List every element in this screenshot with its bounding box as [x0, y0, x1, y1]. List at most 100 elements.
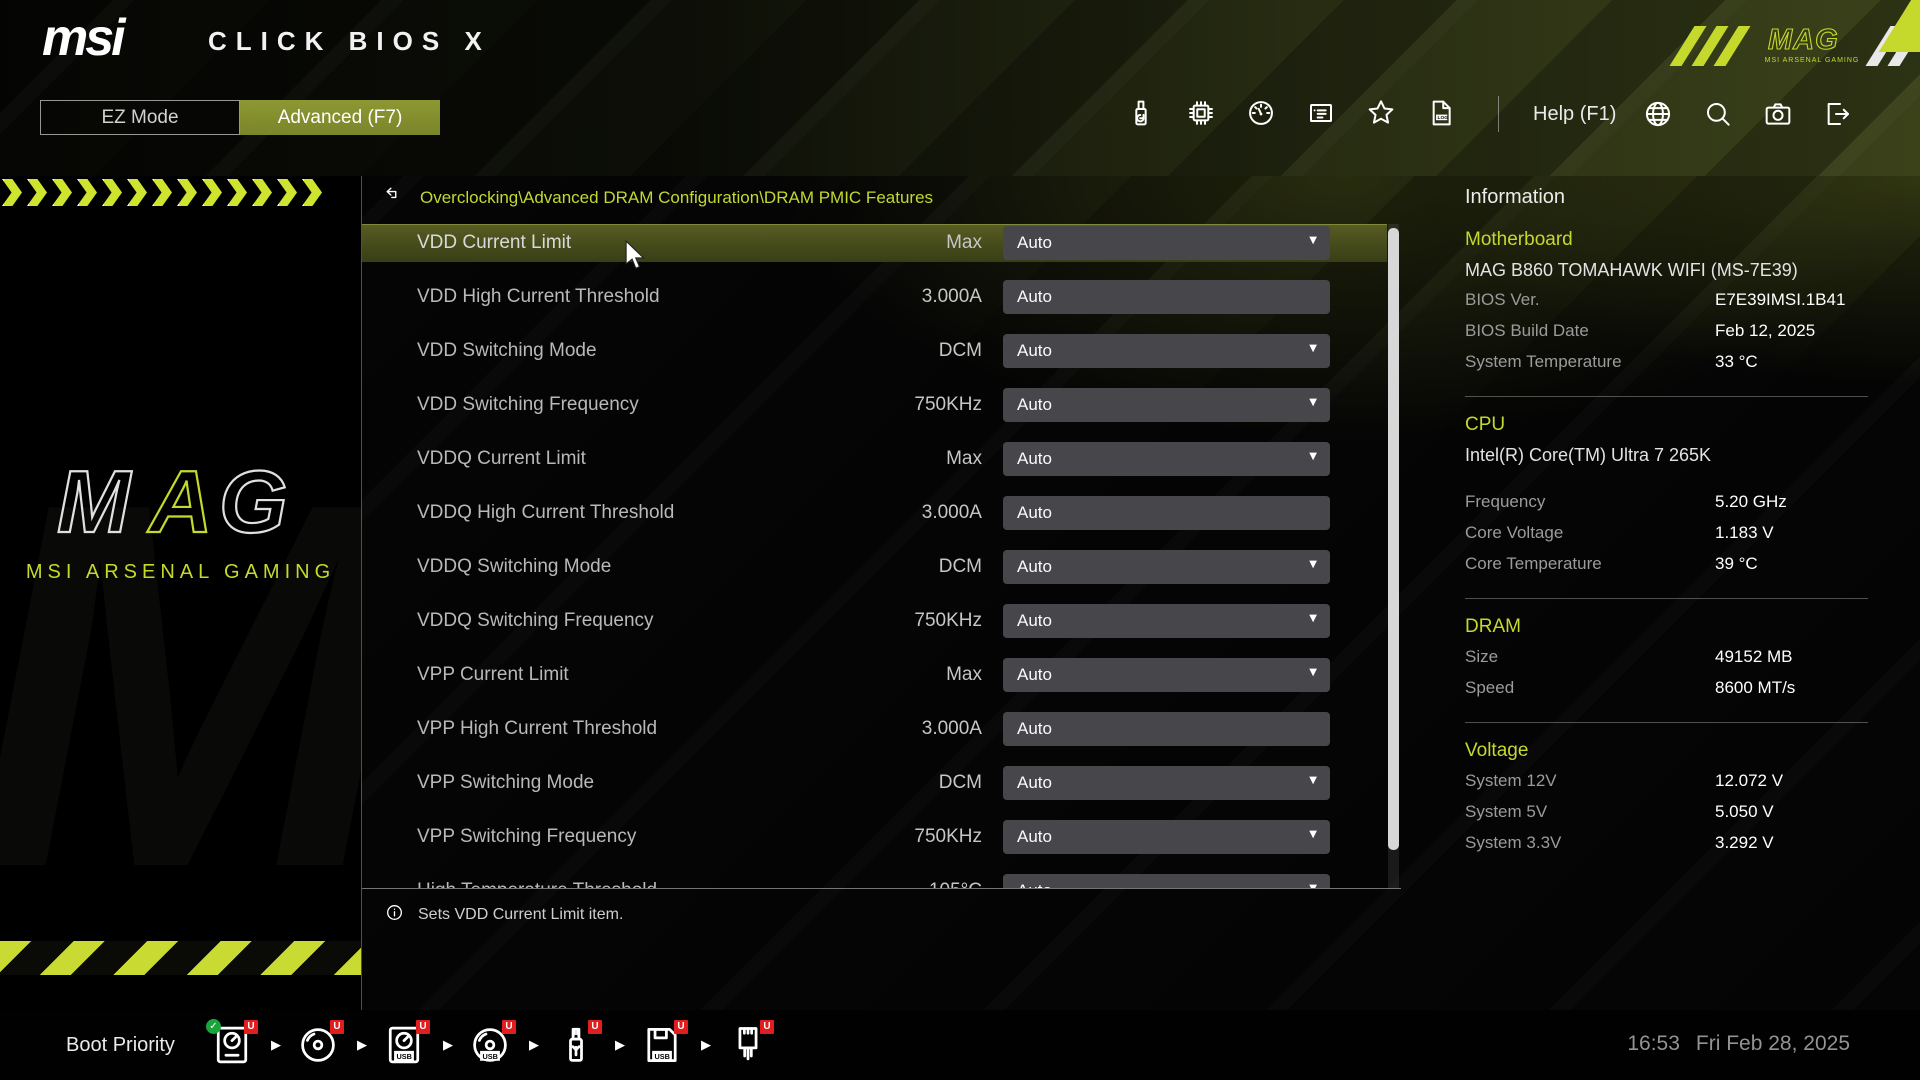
toolbar-icon-group: LOG	[1125, 96, 1459, 130]
divider	[1465, 396, 1868, 397]
setting-row[interactable]: VDDQ Switching Frequency 750KHz Auto ▼	[362, 602, 1387, 640]
chevron-right-icon	[27, 179, 47, 206]
info-value: 12.072 V	[1715, 771, 1784, 790]
setting-dropdown[interactable]: Auto ▼	[1003, 820, 1330, 854]
setting-dropdown[interactable]: Auto ▼	[1003, 712, 1330, 746]
setting-label: VPP Current Limit	[417, 664, 569, 685]
sidebar: M M A G MSI ARSENAL GAMING	[0, 176, 361, 1010]
favorites-button[interactable]	[1365, 96, 1399, 130]
boot-order-arrow-icon: ▶	[701, 1037, 711, 1053]
back-icon[interactable]	[384, 185, 406, 212]
mag-badge: MAG MSI ARSENAL GAMING	[1752, 22, 1872, 64]
info-row: BIOS Build Date Feb 12, 2025	[1465, 321, 1870, 352]
settings-panel: Overclocking\Advanced DRAM Configuration…	[361, 176, 1401, 1010]
setting-row[interactable]: VPP Switching Mode DCM Auto ▼	[362, 764, 1387, 802]
info-section-heading: CPU	[1465, 414, 1506, 435]
svg-text:USB: USB	[396, 1052, 411, 1061]
change-log-button[interactable]: LOG	[1425, 96, 1459, 130]
setting-control-value: Auto	[1017, 341, 1052, 360]
setting-control-value: Auto	[1017, 665, 1052, 684]
info-section-heading: Motherboard	[1465, 229, 1573, 250]
info-row: System 3.3V 3.292 V	[1465, 833, 1870, 864]
m-flash-button[interactable]	[1125, 96, 1159, 130]
setting-dropdown[interactable]: Auto ▼	[1003, 658, 1330, 692]
setting-control-value: Auto	[1017, 395, 1052, 414]
info-value: 3.292 V	[1715, 833, 1774, 852]
setting-value: 105°C	[929, 880, 982, 888]
divider	[1465, 722, 1868, 723]
chevron-down-icon: ▼	[1309, 667, 1317, 678]
uefi-badge: U	[760, 1020, 774, 1034]
uefi-badge: U	[244, 1020, 258, 1034]
info-label: System 5V	[1465, 802, 1548, 821]
info-value: 33 °C	[1715, 352, 1758, 371]
search-icon	[1707, 103, 1731, 126]
info-row: Core Voltage 1.183 V	[1465, 523, 1870, 554]
exit-button[interactable]	[1822, 97, 1856, 131]
chevron-right-icon	[177, 179, 197, 206]
info-rows: Frequency 5.20 GHz Core Voltage 1.183 V Core…	[1465, 492, 1870, 585]
setting-row[interactable]: VPP High Current Threshold 3.000A Auto ▼	[362, 710, 1387, 748]
setting-value: 750KHz	[914, 610, 982, 631]
help-button[interactable]: Help (F1)	[1533, 103, 1616, 126]
setting-row[interactable]: VDD High Current Threshold 3.000A Auto ▼	[362, 278, 1387, 316]
setting-row[interactable]: VPP Switching Frequency 750KHz Auto ▼	[362, 818, 1387, 856]
info-section-heading: Voltage	[1465, 740, 1529, 761]
chevron-down-icon: ▼	[1309, 235, 1317, 246]
setting-dropdown[interactable]: Auto ▼	[1003, 496, 1330, 530]
setting-row[interactable]: High Temperature Threshold 105°C Auto ▼	[362, 872, 1387, 888]
screenshot-button[interactable]	[1762, 97, 1796, 131]
setting-dropdown[interactable]: Auto ▼	[1003, 334, 1330, 368]
svg-text:USB: USB	[482, 1052, 497, 1061]
info-row: System 12V 12.072 V	[1465, 771, 1870, 802]
setting-value: Max	[946, 232, 982, 253]
setting-dropdown[interactable]: Auto ▼	[1003, 874, 1330, 888]
info-row: System Temperature 33 °C	[1465, 352, 1870, 383]
setting-dropdown[interactable]: Auto ▼	[1003, 766, 1330, 800]
setting-dropdown[interactable]: Auto ▼	[1003, 388, 1330, 422]
back-icon	[386, 187, 397, 198]
setting-row[interactable]: VDDQ Switching Mode DCM Auto ▼	[362, 548, 1387, 586]
setting-row[interactable]: VDD Switching Frequency 750KHz Auto ▼	[362, 386, 1387, 424]
memo-button[interactable]	[1305, 96, 1339, 130]
uefi-usb-hard-disk-boot-device[interactable]: USB U	[382, 1020, 430, 1068]
chevron-right-icon	[152, 179, 172, 206]
setting-label: VDDQ High Current Threshold	[417, 502, 675, 523]
info-row: Core Temperature 39 °C	[1465, 554, 1870, 585]
uefi-network-boot-device[interactable]: U	[726, 1020, 774, 1068]
setting-row[interactable]: VDDQ High Current Threshold 3.000A Auto …	[362, 494, 1387, 532]
language-button[interactable]	[1642, 97, 1676, 131]
tab-advanced[interactable]: Advanced (F7)	[240, 100, 440, 135]
setting-value: Max	[946, 448, 982, 469]
cpu-spec-button[interactable]	[1185, 96, 1219, 130]
footer: Boot Priority U ✓ ▶ U ▶ USB U ▶ USB U ▶ U ▶ USB U ▶ U 16…	[0, 1010, 1920, 1080]
setting-dropdown[interactable]: Auto ▼	[1003, 604, 1330, 638]
uefi-hard-disk-boot-device[interactable]: U ✓	[206, 1019, 258, 1068]
setting-dropdown[interactable]: Auto ▼	[1003, 442, 1330, 476]
info-device-name: MAG B860 TOMAHAWK WIFI (MS-7E39)	[1465, 260, 1798, 280]
scrollbar-track[interactable]	[1388, 224, 1399, 888]
setting-label: VDDQ Switching Mode	[417, 556, 612, 577]
setting-dropdown[interactable]: Auto ▼	[1003, 280, 1330, 314]
product-name: CLICK BIOS X	[208, 26, 491, 56]
uefi-usb-key-boot-device[interactable]: U	[554, 1020, 602, 1068]
tab-ez-mode[interactable]: EZ Mode	[40, 100, 240, 135]
info-section: DRAM Size 49152 MB Speed 8600 MT/s	[1465, 616, 1870, 723]
setting-row[interactable]: VDDQ Current Limit Max Auto ▼	[362, 440, 1387, 478]
uefi-usb-cd-dvd-boot-device[interactable]: USB U	[468, 1020, 516, 1068]
setting-row[interactable]: VDD Switching Mode DCM Auto ▼	[362, 332, 1387, 370]
setting-dropdown[interactable]: Auto ▼	[1003, 226, 1330, 260]
setting-row[interactable]: VPP Current Limit Max Auto ▼	[362, 656, 1387, 694]
uefi-cd-dvd-boot-device[interactable]: U	[296, 1020, 344, 1068]
search-button[interactable]	[1702, 97, 1736, 131]
header: msi CLICK BIOS X EZ Mode Advanced (F7) L…	[0, 0, 1920, 176]
mag-letter-g: G	[219, 454, 287, 550]
info-label: BIOS Ver.	[1465, 290, 1540, 309]
uefi-usb-floppy-boot-device[interactable]: USB U	[640, 1020, 688, 1068]
hardware-monitor-button[interactable]	[1245, 96, 1279, 130]
setting-dropdown[interactable]: Auto ▼	[1003, 550, 1330, 584]
info-label: System Temperature	[1465, 352, 1622, 371]
scrollbar-thumb[interactable]	[1388, 228, 1399, 850]
chip-icon	[1189, 101, 1213, 125]
setting-row[interactable]: VDD Current Limit Max Auto ▼	[362, 224, 1387, 262]
